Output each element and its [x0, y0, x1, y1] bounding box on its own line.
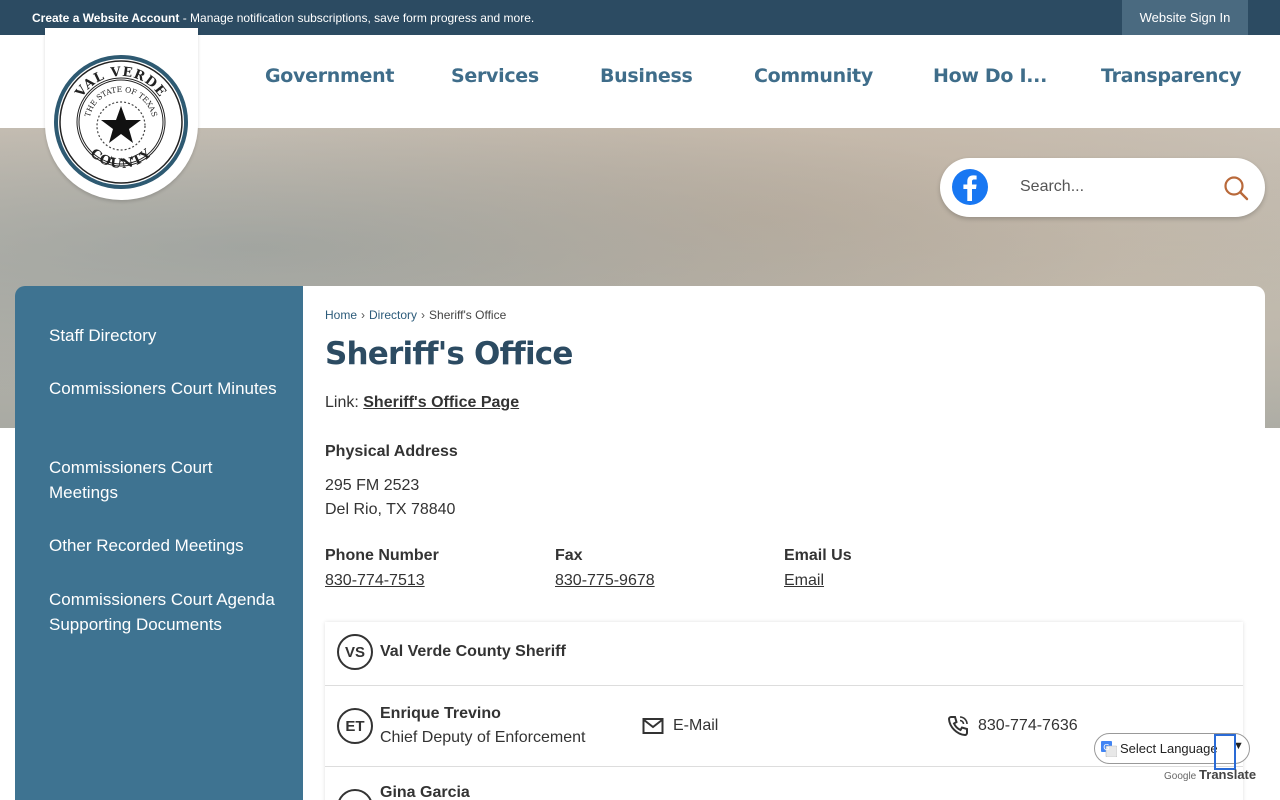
sidebar-item-court-minutes[interactable]: Commissioners Court Minutes — [49, 376, 279, 401]
main-content: Home › Directory › Sheriff's Office Sheriff'… — [303, 286, 1265, 800]
staff-email-link[interactable]: E-Mail — [673, 717, 718, 735]
nav-government[interactable]: Government — [265, 65, 394, 87]
phone-icon — [947, 715, 969, 742]
fax-number-link[interactable]: 830-775-9678 — [555, 572, 655, 590]
county-seal-logo[interactable]: VAL VERDE COUNTY THE STATE OF TEXAS ★ ★ … — [45, 28, 198, 200]
initials-badge: GG — [337, 789, 373, 800]
department-link-line: Link: Sheriff's Office Page — [325, 394, 519, 412]
translate-link[interactable]: Translate — [1199, 767, 1256, 782]
phone-number-heading: Phone Number — [325, 547, 439, 564]
breadcrumb-directory[interactable]: Directory — [369, 308, 417, 322]
initials-badge: VS — [337, 634, 373, 670]
initials-badge: ET — [337, 708, 373, 744]
account-message: Create a Website Account - Manage notifi… — [32, 11, 534, 25]
search-bar — [940, 158, 1265, 217]
language-select-label: Select Language — [1120, 741, 1218, 756]
fax-heading: Fax — [555, 547, 583, 564]
staff-name: Val Verde County Sheriff — [380, 643, 566, 660]
nav-how-do-i[interactable]: How Do I... — [933, 65, 1047, 87]
sidebar-item-staff-directory[interactable]: Staff Directory — [49, 323, 279, 348]
powered-by-google: Google Translate — [1164, 767, 1257, 782]
sidebar-item-other-recorded-meetings[interactable]: Other Recorded Meetings — [49, 533, 279, 558]
account-description: - Manage notification subscriptions, sav… — [182, 11, 535, 25]
google-translate-icon: G — [1101, 741, 1118, 758]
nav-business[interactable]: Business — [600, 65, 693, 87]
sidebar-item-court-meetings[interactable]: Commissioners Court Meetings — [49, 455, 279, 505]
address-line-2: Del Rio, TX 78840 — [325, 501, 456, 518]
nav-community[interactable]: Community — [754, 65, 873, 87]
email-us-heading: Email Us — [784, 547, 852, 564]
breadcrumb-home[interactable]: Home — [325, 308, 357, 322]
physical-address-heading: Physical Address — [325, 443, 458, 460]
focus-outline — [1214, 734, 1236, 770]
seal-icon: VAL VERDE COUNTY THE STATE OF TEXAS ★ ★ … — [54, 55, 188, 189]
svg-text:G: G — [1103, 743, 1109, 752]
sheriffs-office-page-link[interactable]: Sheriff's Office Page — [363, 394, 519, 411]
nav-transparency[interactable]: Transparency — [1101, 65, 1241, 87]
mail-icon — [642, 717, 664, 740]
website-sign-in-button[interactable]: Website Sign In — [1122, 0, 1248, 35]
search-icon[interactable] — [1222, 174, 1250, 202]
staff-table: VS Val Verde County Sheriff ET Enrique T… — [325, 622, 1243, 800]
staff-name: Enrique Trevino — [380, 705, 501, 722]
address-line-1: 295 FM 2523 — [325, 477, 420, 494]
create-account-link[interactable]: Create a Website Account — [32, 11, 179, 25]
table-row: GG Gina Garcia — [325, 767, 1243, 800]
staff-phone[interactable]: 830-774-7636 — [978, 717, 1078, 735]
breadcrumb: Home › Directory › Sheriff's Office — [325, 308, 506, 322]
nav-services[interactable]: Services — [451, 65, 539, 87]
breadcrumb-separator: › — [361, 308, 366, 322]
link-label: Link: — [325, 394, 359, 411]
page-title: Sheriff's Office — [325, 336, 573, 372]
breadcrumb-separator: › — [421, 308, 426, 322]
sidebar-navigation: Staff Directory Commissioners Court Minu… — [15, 286, 303, 800]
sidebar-item-agenda-documents[interactable]: Commissioners Court Agenda Supporting Do… — [49, 587, 279, 637]
search-input[interactable] — [1020, 172, 1210, 202]
staff-name: Gina Garcia — [380, 784, 470, 800]
facebook-icon[interactable] — [950, 167, 990, 207]
svg-text:★: ★ — [109, 155, 114, 162]
table-row: VS Val Verde County Sheriff — [325, 622, 1243, 686]
breadcrumb-current: Sheriff's Office — [429, 308, 507, 322]
phone-number-link[interactable]: 830-774-7513 — [325, 572, 425, 590]
svg-text:★: ★ — [119, 157, 124, 164]
staff-title: Chief Deputy of Enforcement — [380, 729, 586, 746]
svg-text:★: ★ — [129, 155, 134, 162]
email-link[interactable]: Email — [784, 572, 824, 590]
